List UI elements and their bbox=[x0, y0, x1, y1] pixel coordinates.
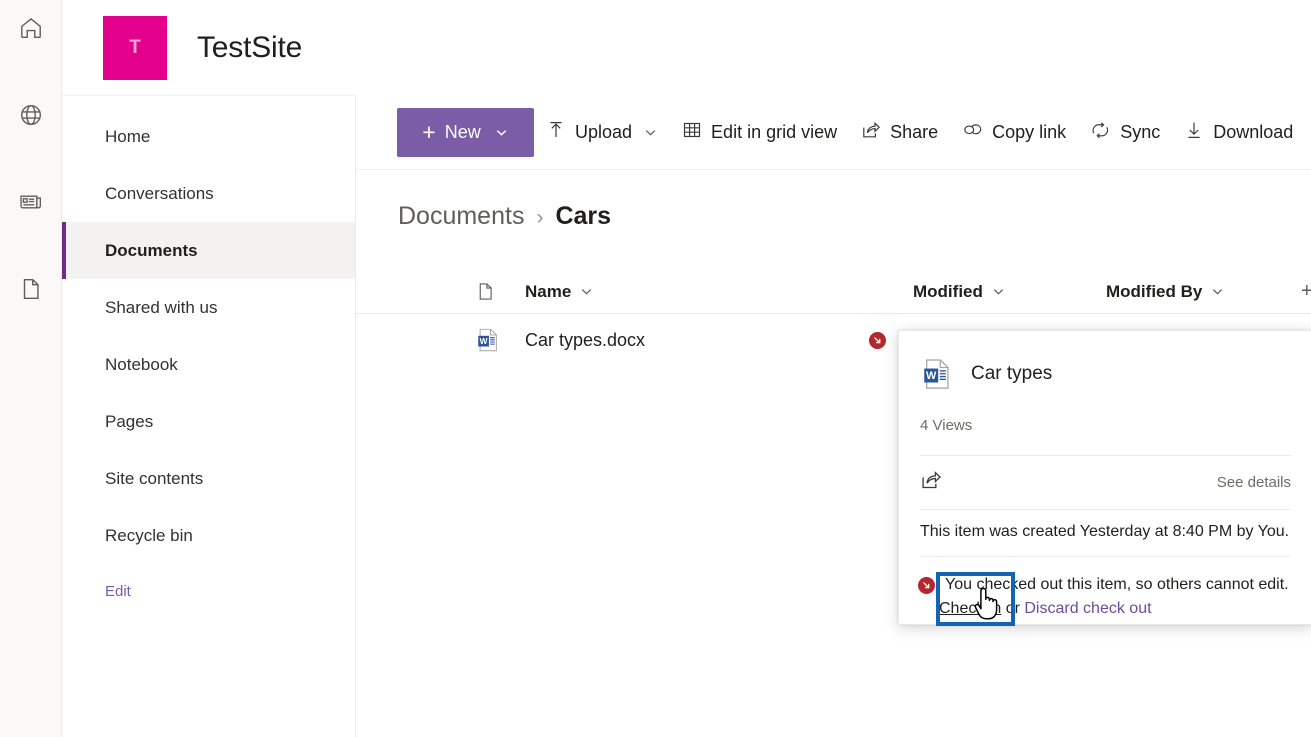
sidebar-item-label: Pages bbox=[105, 411, 154, 431]
svg-text:W: W bbox=[926, 370, 937, 382]
breadcrumb: Documents › Cars bbox=[356, 170, 1311, 231]
or-text: or bbox=[1001, 599, 1025, 617]
column-header-file-type[interactable] bbox=[475, 281, 496, 302]
upload-icon bbox=[546, 120, 566, 145]
copy-link-label: Copy link bbox=[992, 121, 1067, 142]
sidebar-item-site-contents[interactable]: Site contents bbox=[62, 450, 355, 507]
chevron-down-icon bbox=[1210, 284, 1225, 299]
svg-text:W: W bbox=[480, 336, 488, 346]
see-details-link[interactable]: See details bbox=[1217, 474, 1291, 491]
sync-button[interactable]: Sync bbox=[1078, 108, 1172, 157]
column-header-modified-by-label: Modified By bbox=[1106, 281, 1203, 301]
file-name-link[interactable]: Car types.docx bbox=[525, 330, 645, 351]
sidebar-item-label: Recycle bin bbox=[105, 525, 193, 545]
sharepoint-document-library-page: T TestSite Home Conversations Documents … bbox=[0, 0, 1311, 737]
column-header-name[interactable]: Name bbox=[525, 282, 594, 302]
upload-label: Upload bbox=[575, 121, 633, 142]
sidebar-item-label: Conversations bbox=[105, 183, 214, 203]
sidebar-edit-link[interactable]: Edit bbox=[62, 564, 355, 618]
sidebar-item-home[interactable]: Home bbox=[62, 108, 355, 165]
sidebar-item-label: Home bbox=[105, 126, 151, 146]
callout-actions-row: See details bbox=[899, 456, 1311, 509]
share-button[interactable]: Share bbox=[849, 108, 950, 157]
table-header: Name Modified Modified By + bbox=[356, 270, 1311, 314]
sidebar-item-label: Site contents bbox=[105, 468, 204, 488]
edit-in-grid-view-label: Edit in grid view bbox=[711, 121, 838, 142]
column-header-modified-by[interactable]: Modified By bbox=[1106, 282, 1225, 302]
grid-icon bbox=[682, 120, 702, 145]
sidebar-item-pages[interactable]: Pages bbox=[62, 393, 355, 450]
column-header-name-label: Name bbox=[525, 281, 572, 301]
download-icon bbox=[1184, 120, 1204, 145]
checked-out-status-icon bbox=[918, 577, 935, 594]
plus-icon: + bbox=[422, 118, 436, 145]
discard-check-out-link[interactable]: Discard check out bbox=[1024, 600, 1151, 617]
share-icon[interactable] bbox=[920, 469, 942, 496]
globe-icon[interactable] bbox=[0, 85, 62, 145]
sync-icon bbox=[1090, 120, 1111, 145]
breadcrumb-separator-icon: › bbox=[536, 206, 544, 229]
download-button[interactable]: Download bbox=[1172, 108, 1305, 157]
word-file-icon: W bbox=[475, 327, 501, 353]
sidebar-item-notebook[interactable]: Notebook bbox=[62, 336, 355, 393]
sidebar-item-label: Shared with us bbox=[105, 297, 218, 317]
check-in-link[interactable]: Check in bbox=[939, 600, 1001, 617]
sidebar-item-conversations[interactable]: Conversations bbox=[62, 165, 355, 222]
site-navigation: Home Conversations Documents Shared with… bbox=[62, 95, 356, 737]
checked-out-status-icon[interactable] bbox=[869, 331, 886, 349]
share-label: Share bbox=[890, 121, 939, 142]
breadcrumb-current: Cars bbox=[555, 202, 612, 230]
breadcrumb-parent[interactable]: Documents bbox=[398, 202, 524, 231]
new-button-label: New bbox=[444, 121, 481, 142]
callout-header: W Car types bbox=[899, 331, 1311, 391]
news-icon[interactable] bbox=[0, 172, 62, 232]
sidebar-item-shared-with-us[interactable]: Shared with us bbox=[62, 279, 355, 336]
chevron-down-icon bbox=[494, 125, 509, 140]
sidebar-item-recycle-bin[interactable]: Recycle bin bbox=[62, 507, 355, 564]
app-rail bbox=[0, 0, 62, 737]
callout-views-count: 4 Views bbox=[920, 417, 973, 434]
home-icon[interactable] bbox=[0, 0, 62, 58]
callout-file-title: Car types bbox=[971, 363, 1053, 384]
column-header-modified[interactable]: Modified bbox=[913, 282, 1006, 302]
site-logo[interactable]: T bbox=[103, 15, 167, 80]
column-header-modified-label: Modified bbox=[913, 281, 983, 301]
file-details-callout: W Car types 4 Views See details This ite… bbox=[898, 330, 1311, 625]
sidebar-item-label: Notebook bbox=[105, 354, 178, 374]
add-column-button[interactable]: + bbox=[1301, 280, 1311, 303]
chevron-down-icon bbox=[643, 125, 658, 140]
site-header: T TestSite bbox=[62, 0, 1311, 95]
chevron-down-icon bbox=[991, 284, 1006, 299]
callout-checkout-links: Check in or Discard check out bbox=[899, 598, 1311, 618]
chevron-down-icon bbox=[579, 284, 594, 299]
word-file-icon: W bbox=[920, 357, 954, 391]
checkout-message: You checked out this item, so others can… bbox=[945, 576, 1289, 593]
copy-link-button[interactable]: Copy link bbox=[950, 108, 1078, 157]
share-icon bbox=[861, 120, 881, 145]
site-title: TestSite bbox=[197, 30, 303, 64]
edit-in-grid-view-button[interactable]: Edit in grid view bbox=[670, 108, 849, 157]
callout-created-text: This item was created Yesterday at 8:40 … bbox=[920, 523, 1290, 540]
document-icon[interactable] bbox=[0, 259, 62, 319]
command-bar: + New Upload Edit in grid view Share Cop… bbox=[356, 95, 1311, 170]
link-icon bbox=[962, 120, 983, 145]
sidebar-item-label: Documents bbox=[105, 240, 198, 260]
sidebar-item-documents[interactable]: Documents bbox=[62, 222, 355, 279]
sync-label: Sync bbox=[1120, 121, 1161, 142]
new-button[interactable]: + New bbox=[397, 107, 534, 157]
download-label: Download bbox=[1213, 121, 1294, 142]
callout-checkout-row: You checked out this item, so others can… bbox=[899, 557, 1311, 598]
upload-button[interactable]: Upload bbox=[534, 108, 670, 157]
